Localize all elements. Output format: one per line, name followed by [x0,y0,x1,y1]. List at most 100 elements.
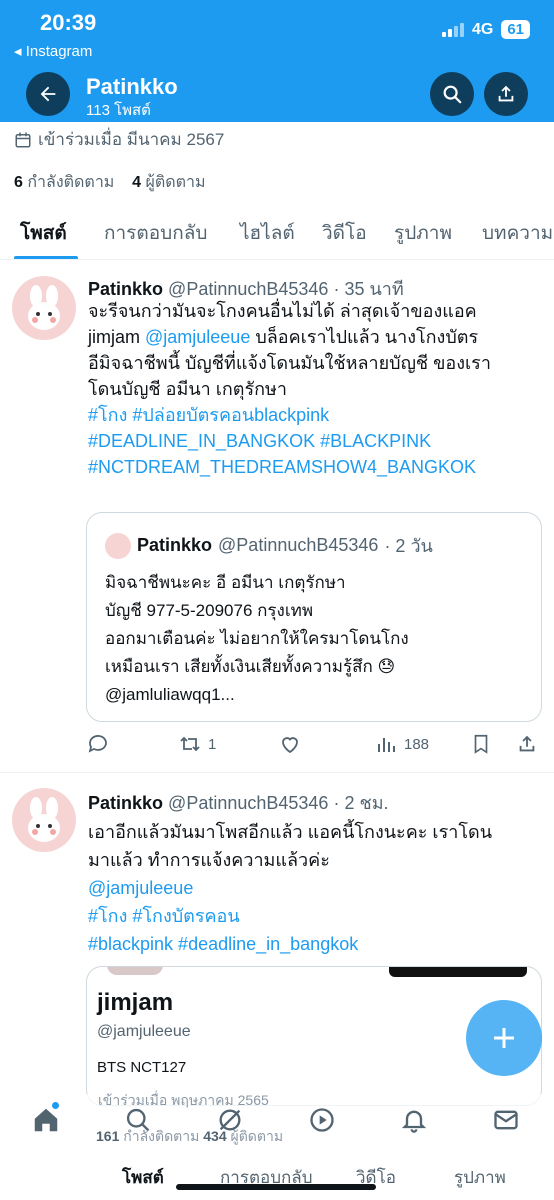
battery-icon: 61 [501,20,530,39]
follow-stats: 6 กำลังติดตาม 4 ผู้ติดตาม [14,170,206,195]
tweet-line: เอาอีกแล้วมันมาโพสอีกแล้ว แอคนี้โกงนะคะ … [88,822,493,842]
back-button[interactable] [26,72,70,116]
following-label: กำลังติดตาม [27,174,115,191]
embedded-name: jimjam [97,989,174,1016]
embedded-followers-count: 434 [203,1128,227,1144]
profile-header: 20:39 ◂ Instagram 4G 61 Patinkko 113 โพส… [0,0,554,122]
tweet-text-segment: บล็อคเราไปแล้ว นางโกงบัตร [250,327,479,347]
joined-text: เข้าร่วมเมื่อ มีนาคม 2567 [38,130,225,149]
tab-posts[interactable]: โพสต์ [20,218,67,248]
tweet-card[interactable]: Patinkko @PatinnuchB45346 · 35 นาที จะรี… [0,262,554,772]
reply-icon [88,735,107,753]
author-name[interactable]: Patinkko [88,279,163,299]
tab-media: รูปภาพ [454,1168,506,1187]
hashtag-link[interactable]: #โกง #โกงบัตรคอน [88,902,544,930]
tweet-text: จะรีจนกว่ามันจะโกงคนอื่นไม่ได้ ล่าสุดเจ้… [88,298,544,480]
followers-link[interactable]: 4 ผู้ติดตาม [132,174,205,191]
avatar [105,532,131,559]
nav-spaces[interactable] [306,1104,338,1136]
tweet-actions: 1 188 [86,732,544,762]
tweet-text-segment: jimjam [88,327,145,347]
author-handle: @PatinnuchB45346 [218,535,379,555]
embedded-handle: @jamjuleeue [97,1023,191,1040]
retweet-button[interactable]: 1 [178,732,216,756]
mention-link[interactable]: @jamjuleeue [145,327,250,347]
followers-label: ผู้ติดตาม [145,174,206,191]
quote-header: Patinkko @PatinnuchB45346 · 2 วัน [105,531,433,560]
tweet-line: อีมิจฉาชีพนี้ บัญชีที่แจ้งโดนมันใช้หลายบ… [88,353,491,373]
followers-count: 4 [132,174,142,191]
signal-icon [441,22,464,37]
hashtag-link[interactable]: #DEADLINE_IN_BANGKOK #BLACKPINK [88,428,544,454]
bookmark-icon [474,734,488,754]
like-button[interactable] [278,732,302,756]
search-button[interactable] [430,72,474,116]
joined-date: เข้าร่วมเมื่อ มีนาคม 2567 [14,126,224,153]
author-name: Patinkko [137,535,213,555]
following-link[interactable]: 6 กำลังติดตาม [14,174,114,191]
avatar[interactable] [12,788,76,852]
network-label: 4G [471,20,494,38]
avatar[interactable] [12,276,76,340]
tab-media[interactable]: รูปภาพ [394,218,452,248]
tweet-line: โดนบัญชี อมีนา เกตุรักษา [88,379,288,399]
quote-line: @jamluliawqq1... [105,685,235,704]
compose-plus-icon [494,1028,514,1048]
embedded-followers-label: ผู้ติดตาม [230,1128,284,1144]
tweet-line: จะรีจนกว่ามันจะโกงคนอื่นไม่ได้ ล่าสุดเจ้… [88,301,477,321]
author-handle: @PatinnuchB45346 [168,793,329,813]
quoted-tweet[interactable]: Patinkko @PatinnuchB45346 · 2 วัน มิจฉาช… [86,512,542,722]
quote-text: มิจฉาชีพนะคะ อี อมีนา เกตุรักษา บัญชี 97… [105,569,525,709]
reply-button[interactable] [86,732,110,756]
tab-articles[interactable]: บทความ [482,218,553,248]
back-to-app-link[interactable]: ◂ Instagram [14,42,92,60]
tweet-line: jimjam @jamjuleeue บล็อคเราไปแล้ว นางโกง… [88,324,544,350]
embedded-avatar [107,967,163,975]
spaces-icon [310,1108,334,1132]
search-icon [443,85,462,104]
share-tweet-button[interactable] [516,732,538,756]
author-handle: @PatinnuchB45346 [168,279,329,299]
following-count: 6 [14,174,23,191]
quote-line: มิจฉาชีพนะคะ อี อมีนา เกตุรักษา [105,573,346,592]
profile-tabs: โพสต์ การตอบกลับ ไฮไลต์ วิดีโอ รูปภาพ บท… [0,206,554,260]
embedded-following-count: 161 [96,1128,120,1144]
embedded-follow-button [389,967,527,977]
home-indicator [176,1184,376,1190]
active-tab-indicator [14,256,78,259]
tab-posts: โพสต์ [122,1168,164,1187]
hashtag-link[interactable]: #NCTDREAM_THEDREAMSHOW4_BANGKOK [88,454,544,480]
tab-highlights[interactable]: ไฮไลต์ [240,218,295,248]
views-button[interactable]: 188 [374,732,429,756]
tweet-line: มาแล้ว ทำการแจ้งความแล้วค่ะ [88,850,330,870]
hashtag-link[interactable]: #blackpink #deadline_in_bangkok [88,930,544,958]
calendar-icon [15,132,31,147]
page-title: Patinkko [86,74,178,99]
notifications-icon [401,1110,427,1133]
post-count: 113 โพสต์ [86,102,151,119]
share-button[interactable] [484,72,528,116]
bookmark-button[interactable] [470,732,492,756]
retweet-icon [180,736,200,752]
tweet-time: · 2 ชม. [333,793,389,813]
quote-line: บัญชี 977-5-209076 กรุงเทพ [105,601,314,620]
status-indicators: 4G 61 [441,20,530,39]
nav-notifications[interactable] [398,1104,430,1136]
quote-line: ออกมาเตือนค่ะ ไม่อยากให้ใครมาโดนโกง [105,629,409,648]
nav-messages[interactable] [490,1104,522,1136]
views-icon [378,738,395,752]
author-name[interactable]: Patinkko [88,793,163,813]
messages-icon [494,1110,518,1130]
bunny-avatar-icon [28,285,60,330]
tab-replies[interactable]: การตอบกลับ [104,218,207,248]
tab-videos[interactable]: วิดีโอ [322,218,367,248]
compose-button[interactable] [466,1000,542,1076]
tweet-time: · 2 วัน [384,536,433,556]
like-icon [282,737,298,754]
tweet-time: · 35 นาที [333,279,404,299]
embedded-joined: เข้าร่วมเมื่อ พฤษภาคม 2565 [98,1092,269,1108]
tweet-divider [0,772,554,773]
hashtag-link[interactable]: #โกง #ปล่อยบัตรคอนblackpink [88,402,544,428]
nav-home[interactable] [30,1104,62,1136]
mention-link[interactable]: @jamjuleeue [88,874,544,902]
